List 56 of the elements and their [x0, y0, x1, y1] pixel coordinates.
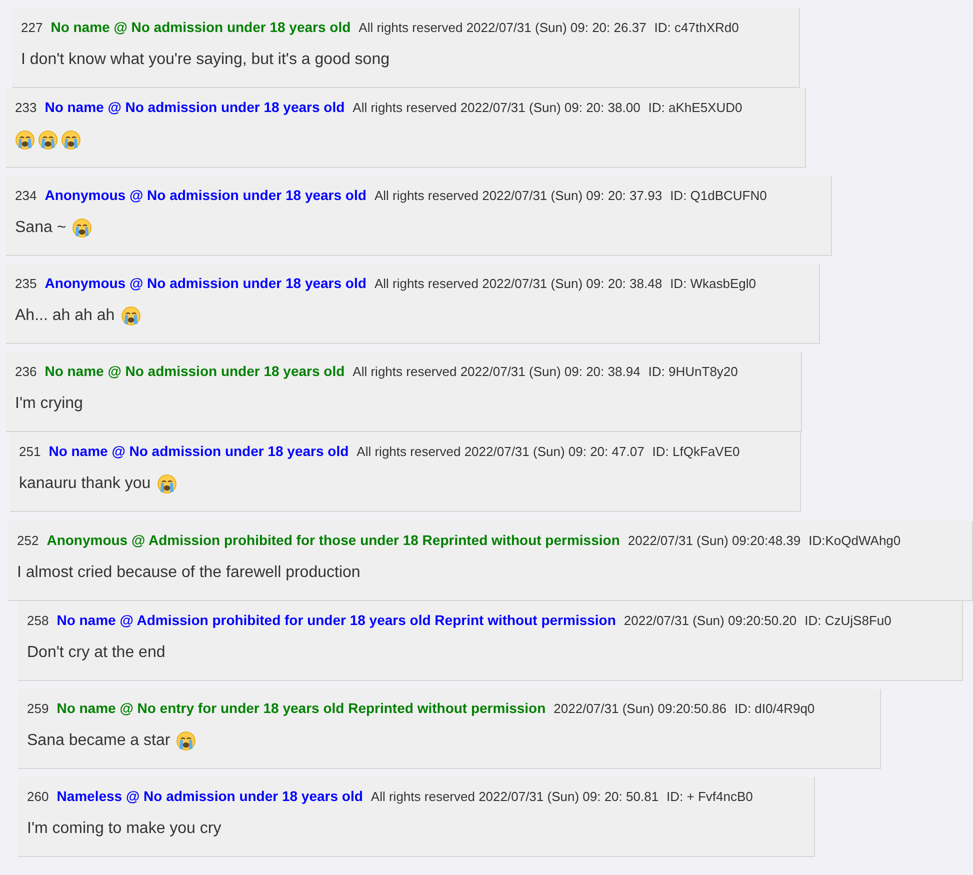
post-date: 2022/07/31 (Sun) 09:20:50.20 [624, 612, 797, 630]
poster-name: No name @ No admission under 18 years old [50, 18, 351, 37]
poster-name: No name @ Admission prohibited for under 18 years old Reprint without permission [56, 611, 616, 630]
post-number: 251 [19, 443, 41, 461]
post-id: ID: 9HUnT8y20 [648, 363, 738, 381]
post-date: All rights reserved 2022/07/31 (Sun) 09: 20: 38.94 [352, 363, 640, 381]
post-body: I'm crying [15, 394, 83, 414]
crying-face-icon [156, 474, 177, 494]
crying-face-icon [61, 130, 81, 150]
crying-face-icon [72, 218, 92, 238]
post-number: 260 [27, 788, 49, 806]
post-number: 259 [27, 700, 49, 718]
crying-face-icon [176, 731, 196, 751]
poster-name: No name @ No entry for under 18 years old Reprinted without permission [56, 699, 546, 718]
post-body: I almost cried because of the farewell production [17, 563, 360, 583]
post-body: I'm coming to make you cry [27, 819, 222, 839]
post-id: ID: LfQkFaVE0 [652, 443, 740, 461]
post-number: 235 [15, 275, 37, 293]
post-number: 236 [15, 363, 37, 381]
post-body: Ah... ah ah ah [15, 306, 115, 326]
post-date: All rights reserved 2022/07/31 (Sun) 09: 20: 26.37 [358, 19, 646, 37]
post-id: ID: Q1dBCUFN0 [670, 187, 767, 205]
post-date: 2022/07/31 (Sun) 09:20:48.39 [628, 532, 801, 550]
post-number: 227 [21, 19, 43, 37]
post-body: Sana became a star [27, 731, 170, 751]
post-number: 258 [27, 612, 49, 630]
crying-face-icon [15, 130, 35, 150]
crying-face-icon [120, 306, 141, 326]
post-date: All rights reserved 2022/07/31 (Sun) 09: 20: 38.48 [374, 275, 662, 293]
post-number: 252 [17, 532, 39, 550]
post-id: ID: dI0/4R9q0 [734, 700, 815, 718]
poster-name: No name @ No admission under 18 years old [48, 442, 349, 461]
poster-name: No name @ No admission under 18 years old [44, 98, 345, 117]
post-id: ID:KoQdWAhg0 [808, 532, 901, 550]
poster-name: No name @ No admission under 18 years old [44, 362, 345, 381]
post-date: 2022/07/31 (Sun) 09:20:50.86 [554, 700, 726, 718]
post-date: All rights reserved 2022/07/31 (Sun) 09: 20: 47.07 [356, 443, 644, 461]
post-date: All rights reserved 2022/07/31 (Sun) 09: 20: 38.00 [352, 99, 640, 117]
post-id: ID: WkasbEgl0 [670, 275, 756, 293]
post-number: 233 [15, 99, 37, 117]
post-body: I don't know what you're saying, but it's a good song [21, 50, 390, 70]
poster-name: Anonymous @ No admission under 18 years old [44, 186, 366, 205]
crying-face-icon [38, 130, 58, 150]
post-id: ID: + Fvf4ncB0 [666, 788, 753, 806]
post-body: Don't cry at the end [27, 643, 166, 663]
post-id: ID: c47thXRd0 [654, 19, 739, 37]
post-number: 234 [15, 187, 37, 205]
post-date: All rights reserved 2022/07/31 (Sun) 09: 20: 50.81 [370, 788, 659, 806]
post-id: ID: aKhE5XUD0 [648, 99, 742, 117]
post-date: All rights reserved 2022/07/31 (Sun) 09: 20: 37.93 [374, 187, 662, 205]
post-body: Sana ~ [15, 218, 66, 238]
poster-name: Nameless @ No admission under 18 years old [56, 787, 363, 806]
post-id: ID: CzUjS8Fu0 [804, 612, 892, 630]
poster-name: Anonymous @ No admission under 18 years old [44, 274, 366, 293]
post-body: kanauru thank you [19, 474, 151, 494]
poster-name: Anonymous @ Admission prohibited for those under 18 Reprinted without permission [46, 531, 620, 550]
